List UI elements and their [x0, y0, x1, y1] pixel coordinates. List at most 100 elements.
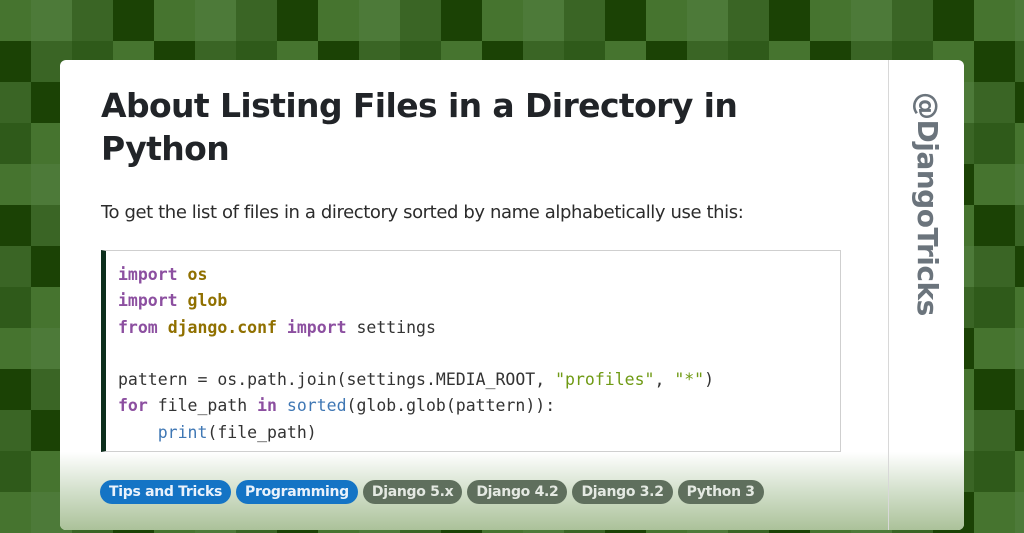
post-title: About Listing Files in a Directory in Py…	[101, 86, 738, 168]
code-token: django.conf	[167, 317, 277, 337]
mosaic-tile	[318, 0, 359, 41]
mosaic-tile	[605, 0, 646, 41]
code-token: import	[118, 291, 178, 311]
code-token: for	[118, 396, 148, 416]
mosaic-tile	[113, 0, 154, 41]
brand-handle-text: @DjangoTricks	[911, 92, 944, 316]
code-token: ,	[654, 370, 675, 390]
code-token: pattern = os.path.join(settings.MEDIA_RO…	[118, 370, 556, 390]
mosaic-tile	[277, 0, 318, 41]
code-token: import	[118, 265, 178, 284]
mosaic-tile	[482, 0, 523, 41]
mosaic-tile	[0, 287, 31, 328]
code-token: (glob.glob(pattern)):	[346, 396, 556, 416]
post-card: About Listing Files in a Directory in Py…	[60, 60, 964, 530]
mosaic-tile	[851, 0, 892, 41]
code-token: glob	[187, 291, 228, 311]
mosaic-tile	[974, 82, 1015, 123]
mosaic-tile	[974, 164, 1015, 205]
mosaic-tile	[1015, 123, 1024, 164]
mosaic-tile	[523, 0, 564, 41]
code-token: from	[118, 317, 158, 337]
tag-django-5-x[interactable]: Django 5.x	[362, 480, 463, 504]
code-content: import os import glob from django.conf imp…	[118, 262, 714, 446]
code-token: in	[257, 396, 277, 416]
mosaic-tile	[400, 0, 441, 41]
mosaic-tile	[892, 0, 933, 41]
code-line: import glob	[118, 288, 714, 314]
mosaic-tile	[1015, 164, 1024, 205]
code-token: "*"	[674, 370, 705, 390]
code-block: import os import glob from django.conf imp…	[101, 250, 841, 452]
mosaic-tile	[359, 0, 400, 41]
code-line: from django.conf import settings	[118, 315, 714, 341]
mosaic-tile	[0, 123, 31, 164]
mosaic-tile	[1015, 451, 1024, 492]
mosaic-tile	[728, 0, 769, 41]
mosaic-tile	[441, 0, 482, 41]
post-intro: To get the list of files in a directory …	[101, 202, 744, 223]
mosaic-tile	[154, 0, 195, 41]
code-line: pattern = os.path.join(settings.MEDIA_RO…	[118, 367, 714, 393]
mosaic-tile	[974, 246, 1015, 287]
code-line: import os	[118, 262, 714, 288]
mosaic-tile	[0, 492, 31, 533]
mosaic-tile	[1015, 246, 1024, 287]
mosaic-tile	[1015, 369, 1024, 410]
code-token: sorted	[286, 396, 347, 416]
code-token: settings	[346, 317, 436, 337]
mosaic-tile	[974, 451, 1015, 492]
mosaic-tile	[1015, 287, 1024, 328]
tag-tips-and-tricks[interactable]: Tips and Tricks	[100, 480, 232, 504]
code-token: )	[704, 370, 715, 390]
mosaic-tile	[1015, 0, 1024, 41]
mosaic-tile	[0, 451, 31, 492]
code-token: print	[157, 422, 208, 442]
mosaic-tile	[974, 410, 1015, 451]
mosaic-tile	[974, 287, 1015, 328]
mosaic-tile	[810, 0, 851, 41]
mosaic-tile	[1015, 205, 1024, 246]
tag-django-3-2[interactable]: Django 3.2	[572, 480, 673, 504]
mosaic-tile	[974, 41, 1015, 82]
mosaic-tile	[974, 0, 1015, 41]
mosaic-tile	[933, 0, 974, 41]
tag-programming[interactable]: Programming	[236, 480, 358, 504]
code-token: import	[286, 317, 347, 337]
side-divider	[888, 60, 889, 530]
mosaic-tile	[974, 205, 1015, 246]
mosaic-tile	[1015, 82, 1024, 123]
code-token: os	[187, 265, 208, 284]
code-token: file_path	[147, 396, 258, 416]
mosaic-tile	[974, 328, 1015, 369]
mosaic-tile	[0, 410, 31, 451]
mosaic-tile	[1015, 410, 1024, 451]
mosaic-tile	[687, 0, 728, 41]
code-token: (file_path)	[207, 422, 317, 442]
mosaic-tile	[769, 0, 810, 41]
code-token: "profiles"	[555, 370, 655, 390]
mosaic-tile	[0, 205, 31, 246]
mosaic-tile	[1015, 41, 1024, 82]
mosaic-tile	[974, 492, 1015, 533]
mosaic-tile	[195, 0, 236, 41]
code-line: print(file_path)	[118, 420, 714, 446]
mosaic-tile	[0, 369, 31, 410]
mosaic-tile	[1015, 492, 1024, 533]
mosaic-tile	[0, 328, 31, 369]
mosaic-tile	[0, 164, 31, 205]
mosaic-tile	[974, 123, 1015, 164]
mosaic-tile	[0, 41, 31, 82]
tag-python-3[interactable]: Python 3	[677, 480, 764, 504]
tag-django-4-2[interactable]: Django 4.2	[467, 480, 568, 504]
mosaic-tile	[646, 0, 687, 41]
mosaic-tile	[0, 246, 31, 287]
code-line: for file_path in sorted(glob.glob(patter…	[118, 393, 714, 419]
